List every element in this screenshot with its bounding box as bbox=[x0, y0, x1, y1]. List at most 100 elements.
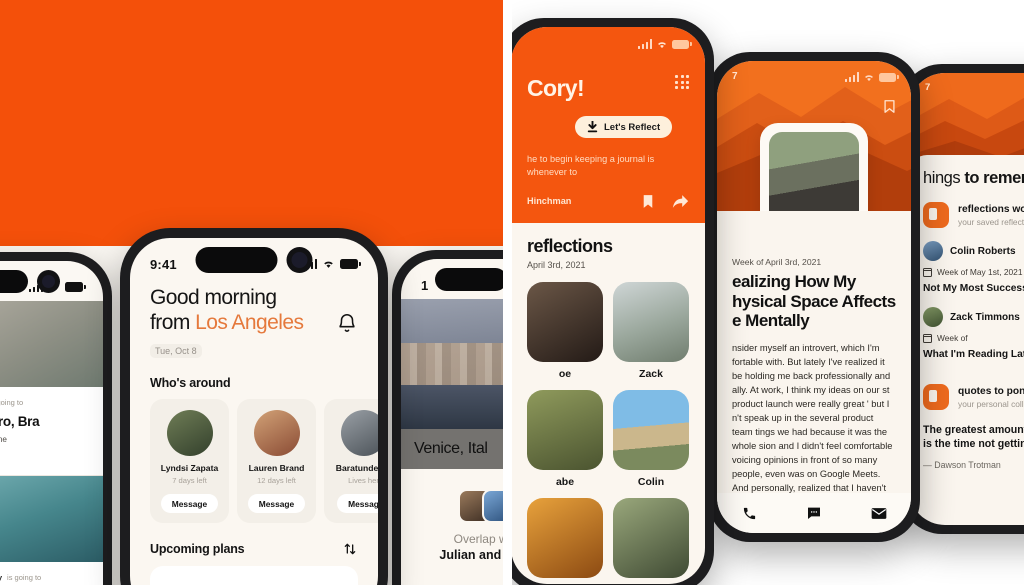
article-screen: 7 Nick Thorpe Washi bbox=[717, 61, 911, 533]
reflections-orange-header: Cory! Let's Reflect he to begin keeping … bbox=[512, 27, 705, 223]
person-meta: 7 days left bbox=[172, 476, 207, 486]
section-header-quotes[interactable]: quotes to ponder your personal collectio… bbox=[923, 384, 1024, 410]
date-chip: Tue, Oct 8 bbox=[150, 344, 202, 359]
reflection-thumbnail bbox=[527, 389, 603, 470]
reflection-user: Zack Timmons bbox=[950, 311, 1020, 323]
status-time: 7 bbox=[925, 82, 931, 93]
saved-reflection-item[interactable]: Colin Roberts Week of May 1st, 2021 Not … bbox=[922, 241, 1024, 294]
message-button[interactable]: Messag bbox=[337, 494, 378, 514]
greeting-city: Los Angeles bbox=[195, 310, 304, 334]
person-meta: 12 days left bbox=[257, 476, 296, 486]
message-icon[interactable] bbox=[806, 505, 822, 521]
greeting-name: Cory! bbox=[527, 75, 585, 101]
upcoming-plans-header: Upcoming plans bbox=[130, 523, 378, 557]
feed-list: Ryan Weiss is going to Rio de Janeiro, B… bbox=[0, 261, 103, 585]
avatar bbox=[923, 241, 943, 261]
feed-item[interactable]: Ryan Weiss is going to Rio de Janeiro, B… bbox=[0, 301, 103, 477]
section-text: reflections worthy of r your saved refle… bbox=[958, 204, 1024, 227]
reflection-card[interactable]: Zack bbox=[613, 281, 689, 380]
avatar bbox=[482, 489, 503, 523]
message-button[interactable]: Message bbox=[160, 494, 219, 514]
venice-location-label: Venice, Ital bbox=[401, 429, 503, 469]
reflection-thumbnail bbox=[527, 281, 603, 362]
reflections-title: reflections bbox=[527, 235, 613, 256]
person-meta: Lives her bbox=[348, 476, 378, 486]
bookmark-badge-icon bbox=[923, 202, 949, 228]
lets-reflect-button[interactable]: Let's Reflect bbox=[575, 116, 673, 138]
avatar bbox=[166, 410, 213, 457]
greeting-text: Good morning from Los Angeles bbox=[150, 286, 304, 335]
feed-item[interactable]: Stephen Deberry is going to London, Unit… bbox=[0, 476, 103, 585]
reflection-name: oe bbox=[558, 367, 572, 380]
section-text: quotes to ponder your personal collectio… bbox=[958, 386, 1024, 409]
orange-background-panel bbox=[0, 0, 503, 246]
notch-pill bbox=[195, 247, 278, 273]
front-camera bbox=[37, 270, 60, 293]
feed-note: Visiting for the first time bbox=[0, 435, 7, 445]
reflection-card[interactable] bbox=[613, 497, 689, 578]
page-title-bold: to remem bbox=[964, 169, 1024, 187]
trip-feed-screen: 9:41 Ryan Weiss is bbox=[0, 261, 103, 585]
greeting-line-1: Good morning bbox=[150, 286, 277, 309]
reflection-user: Colin Roberts bbox=[950, 245, 1016, 257]
calendar-icon bbox=[922, 267, 933, 277]
left-panel: 9:41 Ryan Weiss is bbox=[0, 0, 503, 585]
section-subtitle: your saved reflections bbox=[958, 216, 1024, 227]
reflection-thumbnail bbox=[613, 281, 689, 362]
reflection-week: Week of May 1st, 2021 bbox=[922, 267, 1024, 277]
mail-icon[interactable] bbox=[871, 507, 887, 520]
reflection-card[interactable]: Colin bbox=[613, 389, 689, 488]
header-quote: he to begin keeping a journal is wheneve… bbox=[527, 154, 655, 178]
phone-mockup-reflections: Cory! Let's Reflect he to begin keeping … bbox=[512, 18, 714, 585]
greeting-row: Good morning from Los Angeles bbox=[150, 286, 358, 335]
overlap-section[interactable]: Overlap with Julian and 2 oth bbox=[401, 469, 503, 562]
quote-badge-icon bbox=[923, 384, 949, 410]
notch-pill bbox=[435, 268, 503, 291]
avatar bbox=[253, 410, 300, 457]
reflection-week: Week of bbox=[922, 333, 1024, 343]
venice-buildings bbox=[401, 343, 503, 385]
section-header-reflections[interactable]: reflections worthy of r your saved refle… bbox=[923, 202, 1024, 228]
reflection-card[interactable] bbox=[527, 497, 603, 578]
saved-reflection-item[interactable]: Zack Timmons Week of What I'm Reading La… bbox=[922, 307, 1024, 360]
battery-icon bbox=[879, 72, 899, 82]
upcoming-plan-card[interactable] bbox=[150, 566, 358, 585]
status-indicators bbox=[844, 72, 899, 82]
dynamic-island bbox=[435, 268, 503, 291]
saved-quote-author: — Dawson Trotman bbox=[923, 459, 1001, 470]
page-title-light: hings bbox=[923, 169, 965, 187]
reflection-card[interactable]: oe bbox=[527, 281, 603, 380]
reflection-user-row: Colin Roberts bbox=[923, 241, 1024, 261]
reflection-user-row: Zack Timmons bbox=[923, 307, 1024, 327]
author-profile-card[interactable]: Nick Thorpe Washington, D.C. bbox=[760, 123, 868, 211]
phone-icon[interactable] bbox=[742, 506, 757, 521]
person-card[interactable]: Baratunde Th Lives her Messag bbox=[324, 399, 378, 524]
grid-menu-icon[interactable] bbox=[675, 75, 689, 89]
screenshot-stage: 9:41 Ryan Weiss is bbox=[0, 0, 1024, 585]
bookmark-icon[interactable] bbox=[642, 194, 654, 209]
download-icon bbox=[587, 121, 598, 133]
person-card[interactable]: Lauren Brand 12 days left Message bbox=[237, 399, 316, 524]
things-to-remember-screen: 7 hings to remem bbox=[909, 73, 1024, 525]
status-time: 1 bbox=[421, 277, 429, 293]
reflections-screen: Cory! Let's Reflect he to begin keeping … bbox=[512, 27, 705, 584]
sort-arrows-icon[interactable] bbox=[342, 541, 358, 557]
person-card[interactable]: Lyndsi Zapata 7 days left Message bbox=[150, 399, 229, 524]
section-title: quotes to ponder bbox=[958, 385, 1024, 397]
message-button[interactable]: Message bbox=[247, 494, 306, 514]
reflection-name: Zack bbox=[639, 367, 663, 380]
feed-user-row: Stephen Deberry is going to bbox=[0, 570, 94, 585]
feed-user-row: Ryan Weiss is going to bbox=[0, 395, 94, 410]
feed-user-name: Stephen Deberry bbox=[0, 573, 2, 582]
feed-photo bbox=[0, 301, 103, 387]
notification-bell-icon[interactable] bbox=[336, 312, 358, 334]
feed-body: Ryan Weiss is going to Rio de Janeiro, B… bbox=[0, 387, 103, 447]
status-indicators bbox=[637, 39, 692, 49]
calendar-icon bbox=[922, 333, 933, 343]
reflection-card[interactable]: abe bbox=[527, 389, 603, 488]
bookmark-icon[interactable] bbox=[883, 99, 896, 114]
share-icon[interactable] bbox=[672, 194, 689, 209]
section-title: reflections worthy of r bbox=[958, 203, 1024, 215]
quote-author: Hinchman bbox=[527, 196, 572, 207]
main-screen: 9:41 Good morning from Los Angeles Tue, … bbox=[130, 238, 378, 585]
